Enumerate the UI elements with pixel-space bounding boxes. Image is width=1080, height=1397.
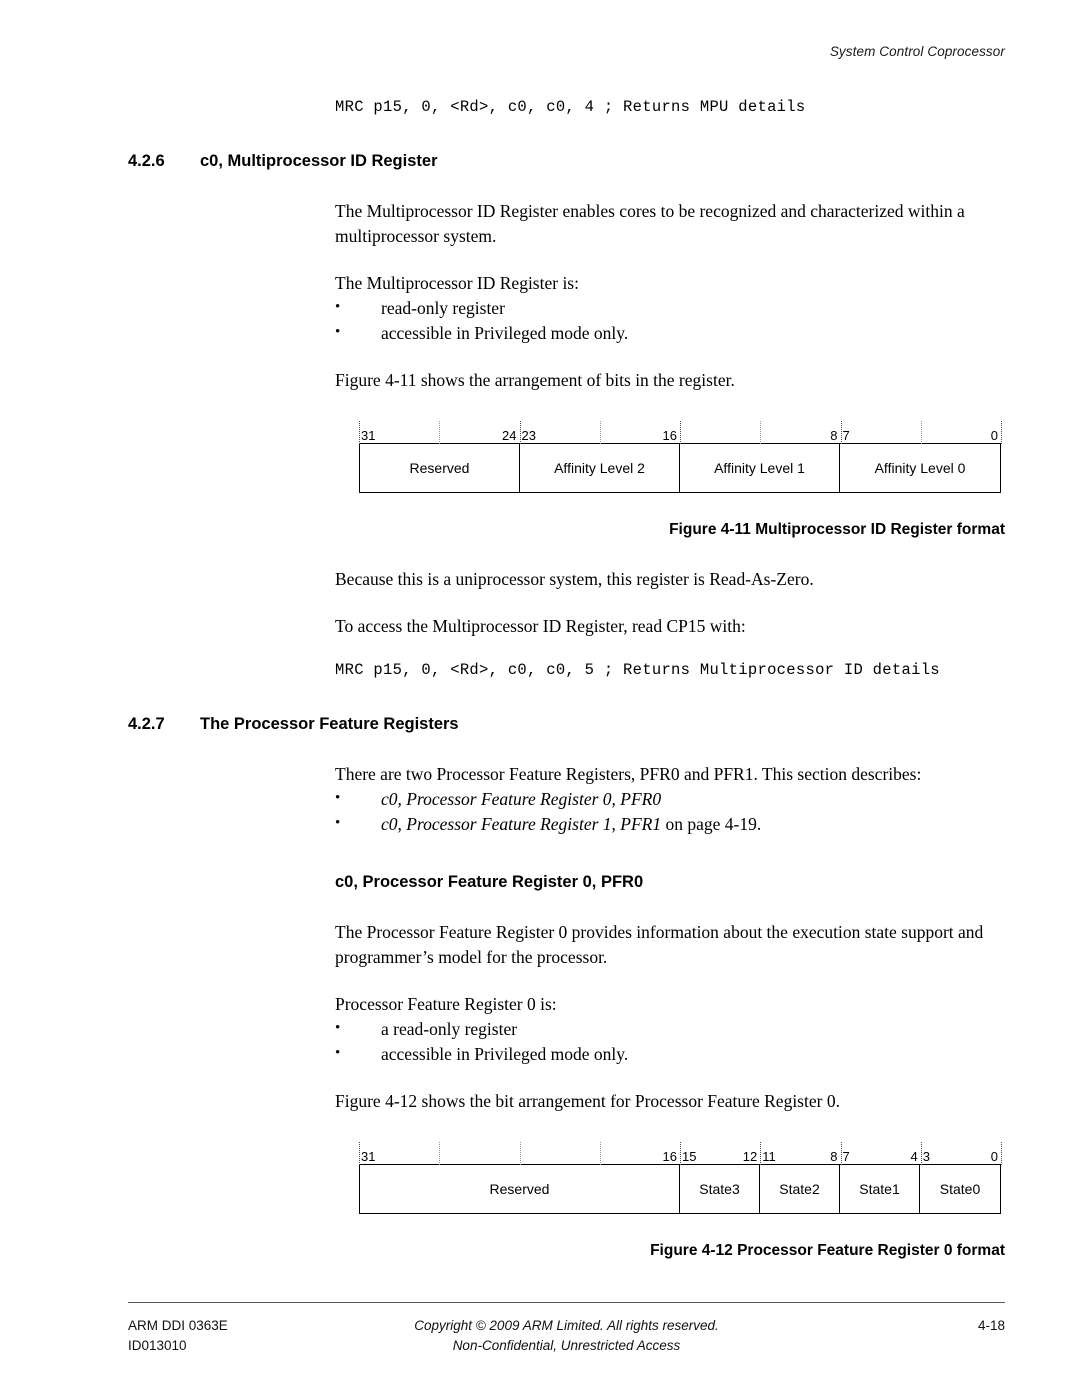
crossref-title: c0, Processor Feature Register 1, PFR1 xyxy=(381,814,662,834)
bit-number-label: 31 xyxy=(361,1149,376,1164)
bit-number-label: 31 xyxy=(361,428,376,443)
bit-tick-major xyxy=(1001,1142,1002,1165)
bit-tick-minor xyxy=(760,421,762,444)
list-item: read-only register xyxy=(335,295,1005,321)
bit-number-row-412: 31 16 15 12 11 8 7 4 3 0 xyxy=(359,1142,1002,1165)
bit-field-cell: Reserved xyxy=(360,1165,680,1213)
bit-field-cell: Reserved xyxy=(360,444,520,492)
bit-number-label: 8 xyxy=(830,428,838,443)
bit-field-cell: Affinity Level 1 xyxy=(680,444,840,492)
footer-divider xyxy=(128,1302,1005,1303)
register-diagram-411: 31 24 23 16 8 7 0 Reserved Affinity Level 2 Affi… xyxy=(359,421,1002,493)
paragraph-426-4: Because this is a uniprocessor system, t… xyxy=(335,569,814,589)
page-content: MRC p15, 0, <Rd>, c0, c0, 4 ; Returns MP… xyxy=(128,98,1005,1260)
bit-field-cell: State3 xyxy=(680,1165,760,1213)
bit-tick-major xyxy=(680,1142,681,1165)
bit-tick-major xyxy=(519,421,521,444)
list-item: accessible in Privileged mode only. xyxy=(335,1041,1005,1067)
paragraph-426-3: Figure 4-11 shows the arrangement of bit… xyxy=(335,370,735,390)
list-item-crossref: c0, Processor Feature Register 0, PFR0 xyxy=(335,786,1005,812)
bit-field-cell: State0 xyxy=(939,1181,981,1197)
bullet-list-427-crossrefs: c0, Processor Feature Register 0, PFR0 c… xyxy=(335,786,1005,837)
bit-number-label: 11 xyxy=(762,1149,776,1164)
bit-number-label: 0 xyxy=(990,428,998,443)
bit-number-row-411: 31 24 23 16 8 7 0 xyxy=(359,421,1002,444)
bit-field-row-411: Reserved Affinity Level 2 Affinity Level 1… xyxy=(359,443,1001,493)
code-line-mpid: MRC p15, 0, <Rd>, c0, c0, 5 ; Returns Mu… xyxy=(335,661,940,679)
bullet-list-427-props: a read-only register accessible in Privi… xyxy=(335,1016,1005,1067)
bit-tick-minor xyxy=(599,421,601,444)
paragraph-426-2: The Multiprocessor ID Register is: xyxy=(335,273,579,293)
bit-tick-minor xyxy=(439,1142,441,1165)
bit-number-label: 16 xyxy=(662,428,677,443)
bullet-list-426: read-only register accessible in Privile… xyxy=(335,295,1005,346)
bit-number-label: 7 xyxy=(842,1149,850,1164)
footer-access: Non-Confidential, Unrestricted Access xyxy=(452,1338,681,1353)
bit-tick-major xyxy=(359,1142,360,1165)
footer-copyright: Copyright © 2009 ARM Limited. All rights… xyxy=(414,1318,719,1333)
bit-field-cell: Affinity Level 0 xyxy=(874,460,966,476)
bit-field-cell: State1 xyxy=(840,1165,920,1213)
bit-number-label: 0 xyxy=(990,1149,998,1164)
bit-number-label: 8 xyxy=(830,1149,838,1164)
paragraph-427-4: Figure 4-12 shows the bit arrangement fo… xyxy=(335,1091,840,1111)
bit-tick-minor xyxy=(439,421,441,444)
paragraph-426-5: To access the Multiprocessor ID Register… xyxy=(335,616,746,636)
section-title-426: c0, Multiprocessor ID Register xyxy=(200,152,438,170)
bit-field-row-412: Reserved State3 State2 State1 State0 xyxy=(359,1164,1001,1214)
bit-number-label: 7 xyxy=(842,428,850,443)
list-item: accessible in Privileged mode only. xyxy=(335,320,1005,346)
bit-number-label: 15 xyxy=(682,1149,697,1164)
bit-field-cell: Affinity Level 2 xyxy=(520,444,680,492)
section-title-427: The Processor Feature Registers xyxy=(200,715,459,733)
bit-tick-major xyxy=(680,421,681,444)
crossref-suffix: on page 4-19. xyxy=(661,814,762,834)
footer-legal: Copyright © 2009 ARM Limited. All rights… xyxy=(128,1316,1005,1356)
page-footer: ARM DDI 0363E ID013010 Copyright © 2009 … xyxy=(128,1316,1005,1376)
running-header: System Control Coprocessor xyxy=(829,44,1005,59)
paragraph-427-3: Processor Feature Register 0 is: xyxy=(335,994,557,1014)
section-number-426: 4.2.6 xyxy=(128,152,165,170)
list-item-crossref: c0, Processor Feature Register 1, PFR1 o… xyxy=(335,811,1005,837)
register-diagram-412: 31 16 15 12 11 8 7 4 3 0 Reserved State3 State2 Stat… xyxy=(359,1142,1002,1214)
bit-number-label: 24 xyxy=(502,428,517,443)
bit-tick-minor xyxy=(519,1142,521,1165)
section-heading-427: 4.2.7 The Processor Feature Registers xyxy=(128,715,1005,734)
bit-number-label: 12 xyxy=(742,1149,758,1164)
bit-tick-major xyxy=(359,421,360,444)
bit-number-label: 4 xyxy=(910,1149,918,1164)
crossref-title: c0, Processor Feature Register 0, PFR0 xyxy=(381,789,662,809)
list-item: a read-only register xyxy=(335,1016,1005,1042)
bit-tick-major xyxy=(840,1142,842,1165)
section-number-427: 4.2.7 xyxy=(128,715,165,733)
subheading-pfr0: c0, Processor Feature Register 0, PFR0 xyxy=(335,873,644,891)
paragraph-426-1: The Multiprocessor ID Register enables c… xyxy=(335,201,965,246)
bit-tick-minor xyxy=(599,1142,601,1165)
paragraph-427-2: The Processor Feature Register 0 provide… xyxy=(335,922,984,967)
bit-number-label: 23 xyxy=(521,428,536,443)
bit-tick-major xyxy=(1001,421,1002,444)
bit-tick-major xyxy=(760,1142,762,1165)
bit-field-cell: State2 xyxy=(760,1165,840,1213)
bit-tick-major xyxy=(840,421,842,444)
paragraph-427-1: There are two Processor Feature Register… xyxy=(335,764,922,784)
section-heading-426: 4.2.6 c0, Multiprocessor ID Register xyxy=(128,152,1005,171)
bit-number-label: 3 xyxy=(922,1149,930,1164)
bit-tick-minor xyxy=(920,421,922,444)
figure-caption-412: Figure 4-12 Processor Feature Register 0… xyxy=(650,1242,1005,1259)
footer-page-number: 4-18 xyxy=(977,1318,1005,1333)
figure-caption-411: Figure 4-11 Multiprocessor ID Register f… xyxy=(669,521,1005,538)
code-line-mpu: MRC p15, 0, <Rd>, c0, c0, 4 ; Returns MP… xyxy=(335,98,806,116)
bit-tick-major xyxy=(920,1142,922,1165)
bit-number-label: 16 xyxy=(662,1149,677,1164)
